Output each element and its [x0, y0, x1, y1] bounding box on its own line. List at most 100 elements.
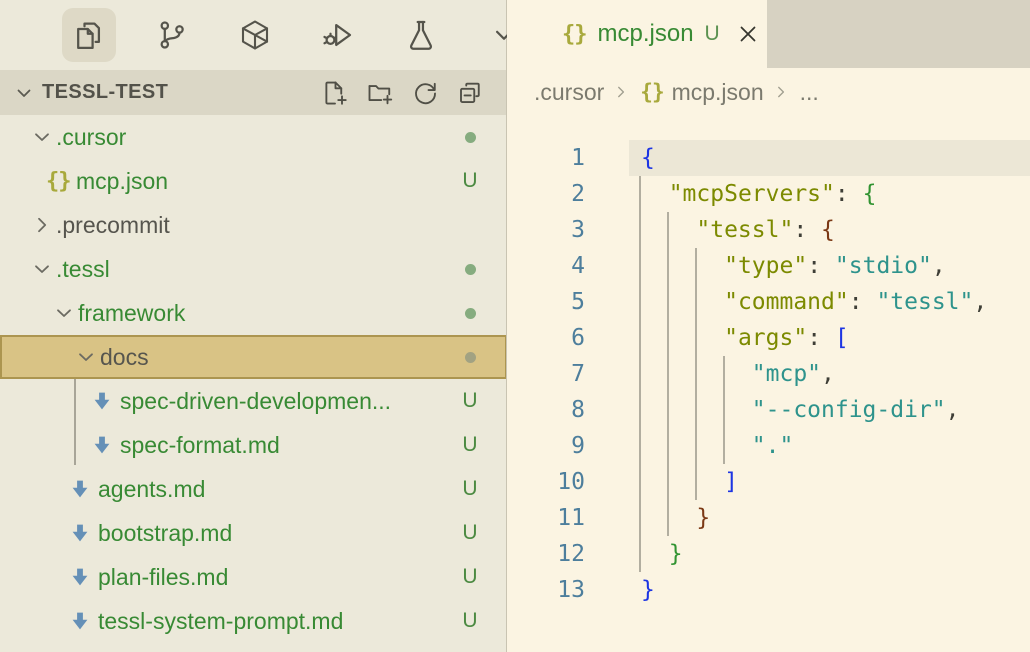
project-title: TESSL-TEST: [42, 81, 168, 104]
tree-indent-guide: [74, 379, 76, 465]
line-number: 2: [507, 176, 585, 212]
code-line-4: 4 "type": "stdio",: [507, 248, 1030, 284]
git-untracked-badge: U: [459, 521, 481, 545]
breadcrumb-label: .cursor: [534, 79, 604, 106]
chevron-down-icon: [30, 256, 56, 282]
line-number: 3: [507, 212, 585, 248]
code-line-10: 10 ]: [507, 464, 1030, 500]
code-text: "tessl": {: [641, 212, 835, 248]
line-number: 11: [507, 500, 585, 536]
package-icon[interactable]: [228, 8, 282, 62]
code-text: ".": [641, 428, 793, 464]
explorer-icon[interactable]: [62, 8, 116, 62]
code-text: }: [641, 500, 710, 536]
tree-item-label: docs: [100, 344, 149, 371]
code-line-12: 12 }: [507, 536, 1030, 572]
chevron-down-icon: [30, 124, 56, 150]
tree-item-agents-md[interactable]: agents.mdU: [0, 467, 506, 511]
git-modified-dot-badge: [459, 264, 481, 275]
tree-item-plan-files-md[interactable]: plan-files.md U: [0, 555, 506, 599]
markdown-file-icon: [68, 565, 98, 589]
explorer-sidebar: TESSL-TEST .cursor{}mcp.jsonU.precommit.…: [0, 0, 507, 652]
activity-bar: [0, 0, 506, 70]
line-number: 12: [507, 536, 585, 572]
collapse-all-icon[interactable]: [454, 77, 486, 109]
file-tree: .cursor{}mcp.jsonU.precommit.tesslframew…: [0, 115, 506, 652]
tree-item-bootstrap-md[interactable]: bootstrap.md U: [0, 511, 506, 555]
source-control-icon[interactable]: [145, 8, 199, 62]
close-icon[interactable]: [736, 21, 762, 47]
tree-item-cursor[interactable]: .cursor: [0, 115, 506, 159]
breadcrumb-item[interactable]: .cursor: [534, 79, 604, 106]
code-line-11: 11 }: [507, 500, 1030, 536]
new-file-icon[interactable]: [319, 77, 351, 109]
chevron-down-icon: [74, 344, 100, 370]
breadcrumb: .cursor {} mcp.json...: [507, 68, 1030, 116]
chevron-down-icon: [52, 300, 78, 326]
tab-bar-empty-space: [767, 0, 1030, 68]
breadcrumb-label: ...: [800, 79, 819, 106]
git-untracked-badge: U: [459, 477, 481, 501]
new-folder-icon[interactable]: [364, 77, 396, 109]
testing-icon[interactable]: [394, 8, 448, 62]
line-number: 4: [507, 248, 585, 284]
code-text: "args": [: [641, 320, 849, 356]
breadcrumb-item[interactable]: {} mcp.json: [640, 79, 763, 106]
json-file-icon: {}: [640, 80, 663, 104]
git-untracked-badge: U: [459, 565, 481, 589]
refresh-icon[interactable]: [409, 77, 441, 109]
line-number: 9: [507, 428, 585, 464]
git-modified-dot-badge: [459, 308, 481, 319]
code-text: "mcp",: [641, 356, 835, 392]
code-line-1: 1{: [507, 140, 1030, 176]
tree-item-tessl[interactable]: .tessl: [0, 247, 506, 291]
markdown-file-icon: [90, 433, 120, 457]
line-number: 7: [507, 356, 585, 392]
tree-item-label: mcp.json: [76, 168, 168, 195]
explorer-actions: [319, 77, 486, 109]
tree-item-label: .cursor: [56, 124, 126, 151]
tab-bar: {} mcp.json U: [507, 0, 1030, 68]
tree-item-label: plan-files.md: [98, 564, 228, 591]
chevron-down-icon: [12, 81, 36, 105]
tab-mcp-json[interactable]: {} mcp.json U: [507, 0, 767, 68]
breadcrumb-item[interactable]: ...: [800, 79, 819, 106]
line-number: 6: [507, 320, 585, 356]
chevron-right-icon: [772, 82, 792, 102]
chevron-right-icon: [612, 82, 632, 102]
line-number: 1: [507, 140, 585, 176]
line-number: 13: [507, 572, 585, 608]
tree-item-label: bootstrap.md: [98, 520, 232, 547]
tab-modified-badge: U: [705, 22, 720, 46]
code-line-3: 3 "tessl": {: [507, 212, 1030, 248]
git-modified-dot-badge: [459, 132, 481, 143]
tree-item-docs[interactable]: docs: [0, 335, 506, 379]
tree-item-label: .precommit: [56, 212, 170, 239]
code-line-13: 13}: [507, 572, 1030, 608]
tree-item-label: spec-driven-developmen...: [120, 388, 391, 415]
markdown-file-icon: [90, 389, 120, 413]
code-text: "mcpServers": {: [641, 176, 876, 212]
editor-panel: {} mcp.json U .cursor{}mcp.json... 1{2 "…: [507, 0, 1030, 652]
code-line-7: 7 "mcp",: [507, 356, 1030, 392]
code-text: {: [641, 140, 655, 176]
git-untracked-badge: U: [459, 433, 481, 457]
git-untracked-badge: U: [459, 609, 481, 633]
git-untracked-badge: U: [459, 169, 481, 193]
line-number: 8: [507, 392, 585, 428]
tree-item-mcp-json[interactable]: {}mcp.jsonU: [0, 159, 506, 203]
tab-label: mcp.json: [598, 20, 694, 48]
run-debug-icon[interactable]: [311, 8, 365, 62]
markdown-file-icon: [68, 521, 98, 545]
tree-item-tessl-system-prompt-md[interactable]: tessl-system-prompt.mdU: [0, 599, 506, 643]
breadcrumb-label: mcp.json: [672, 79, 764, 106]
git-modified-dot-badge: [459, 352, 481, 363]
tree-item-precommit[interactable]: .precommit: [0, 203, 506, 247]
json-file-icon: {}: [562, 22, 587, 47]
code-editor[interactable]: 1{2 "mcpServers": {3 "tessl": {4 "type":…: [507, 116, 1030, 652]
git-untracked-badge: U: [459, 389, 481, 413]
code-line-9: 9 ".": [507, 428, 1030, 464]
tree-item-framework[interactable]: framework: [0, 291, 506, 335]
line-number: 10: [507, 464, 585, 500]
explorer-section-header[interactable]: TESSL-TEST: [0, 70, 506, 115]
